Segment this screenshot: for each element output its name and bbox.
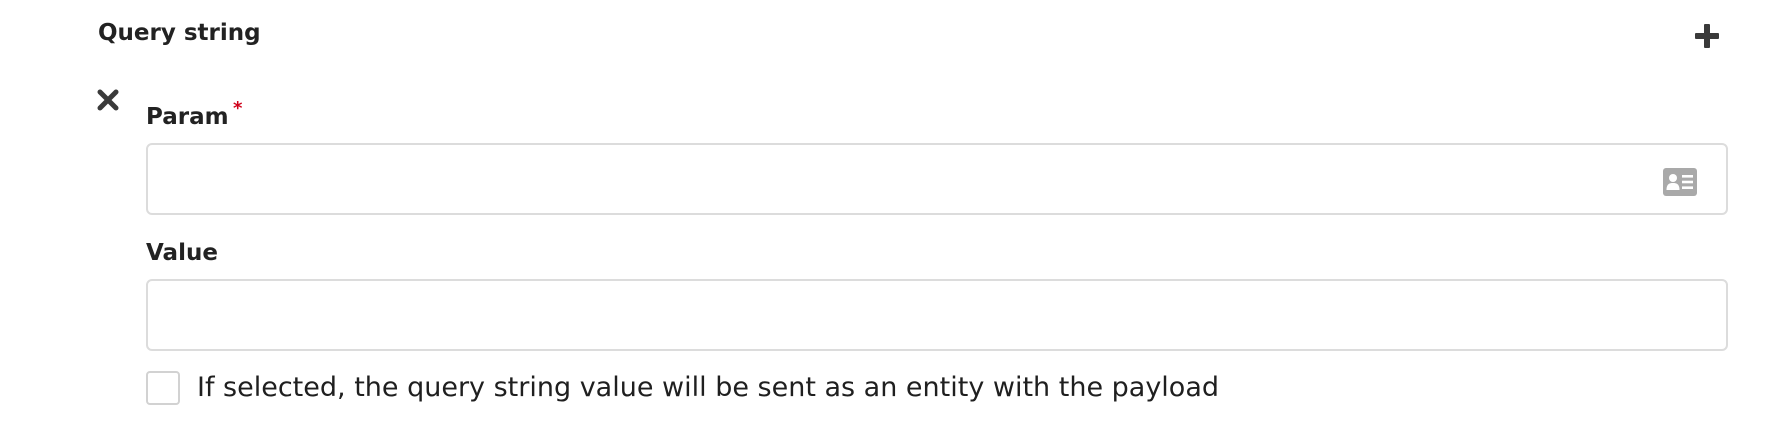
- remove-query-param-button[interactable]: [96, 88, 120, 112]
- id-card-icon: [1663, 168, 1697, 196]
- plus-icon: [1695, 24, 1719, 48]
- param-input[interactable]: [146, 143, 1728, 215]
- section-title: Query string: [98, 20, 261, 46]
- param-picker-button[interactable]: [1663, 168, 1697, 196]
- param-label: Param: [146, 104, 229, 130]
- entity-checkbox-label: If selected, the query string value will…: [197, 372, 1220, 403]
- close-icon: [97, 89, 119, 111]
- add-query-param-button[interactable]: [1693, 22, 1721, 50]
- required-marker: *: [233, 98, 243, 119]
- value-input[interactable]: [146, 279, 1728, 351]
- entity-checkbox[interactable]: [146, 371, 180, 405]
- value-label: Value: [146, 240, 218, 266]
